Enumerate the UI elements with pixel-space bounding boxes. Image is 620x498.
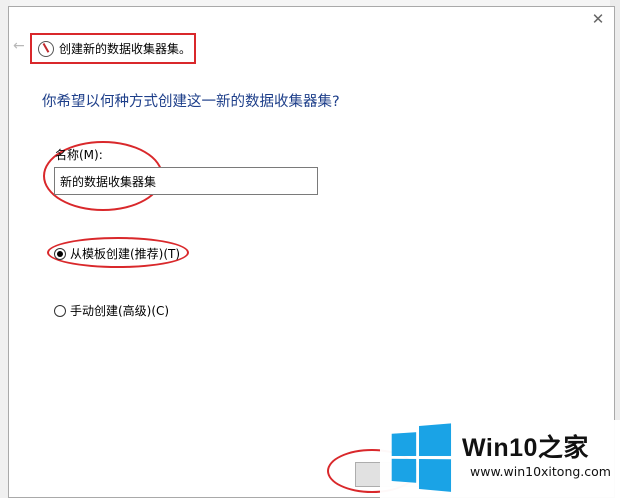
radio-from-template[interactable]: 从模板创建(推荐)(T) xyxy=(54,245,180,262)
radio-from-template-label: 从模板创建(推荐)(T) xyxy=(70,247,181,261)
radio-button-unchecked[interactable] xyxy=(54,304,66,317)
watermark-url: www.win10xitong.com xyxy=(470,464,611,479)
close-icon[interactable]: ✕ xyxy=(590,11,606,27)
watermark: Win10之家 www.win10xitong.com xyxy=(380,420,620,498)
dialog-title-highlight: 创建新的数据收集器集。 xyxy=(30,33,196,64)
back-arrow-icon[interactable]: ← xyxy=(13,39,27,53)
performance-monitor-icon xyxy=(38,40,54,57)
question-heading: 你希望以何种方式创建这一新的数据收集器集? xyxy=(42,94,340,110)
name-input[interactable] xyxy=(54,167,318,195)
name-label: 名称(M): xyxy=(55,148,103,162)
radio-button-checked[interactable] xyxy=(54,247,66,260)
windows-logo-icon xyxy=(391,423,452,492)
radio-manual[interactable]: 手动创建(高级)(C) xyxy=(54,302,169,319)
dialog-title: 创建新的数据收集器集。 xyxy=(59,42,192,56)
watermark-brand: Win10之家 xyxy=(462,434,589,462)
radio-manual-label: 手动创建(高级)(C) xyxy=(70,304,170,318)
